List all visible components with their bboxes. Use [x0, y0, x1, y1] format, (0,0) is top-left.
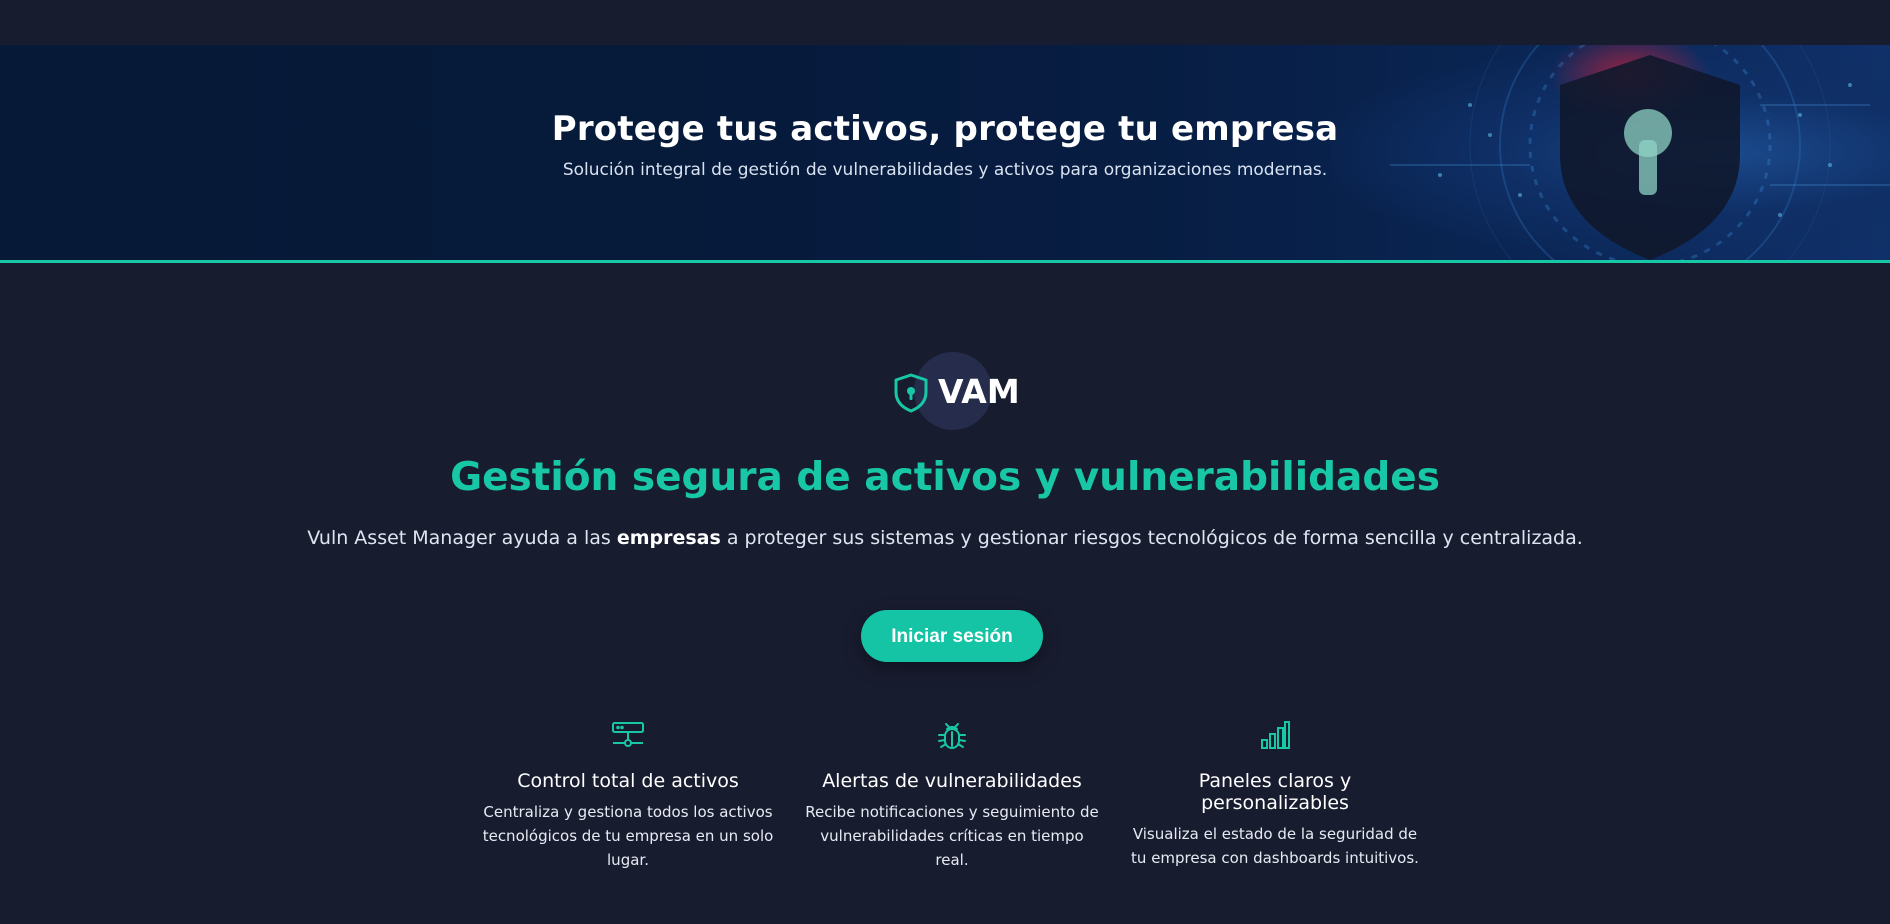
- top-bar: [0, 0, 1890, 45]
- feature-asset-control: Control total de activos Centraliza y ge…: [478, 717, 778, 872]
- feature-vulnerability-alerts: Alertas de vulnerabilidades Recibe notif…: [802, 717, 1102, 872]
- feature-text: Visualiza el estado de la seguridad de t…: [1131, 825, 1419, 867]
- main-title: Gestión segura de activos y vulnerabilid…: [450, 455, 1440, 500]
- description-text-before: Vuln Asset Manager ayuda a las: [307, 527, 617, 549]
- login-button[interactable]: Iniciar sesión: [861, 610, 1043, 662]
- feature-dashboards: Paneles claros y personalizables Visuali…: [1125, 717, 1425, 870]
- hero-shield-illustration: [1330, 45, 1890, 260]
- hero-banner: Protege tus activos, protege tu empresa …: [0, 45, 1890, 263]
- hero-title: Protege tus activos, protege tu empresa: [551, 109, 1339, 149]
- brand-name: VAM: [938, 372, 1020, 411]
- brand-logo: VAM: [0, 352, 1890, 432]
- bug-icon: [802, 717, 1102, 753]
- shield-keyhole-icon: [892, 372, 930, 418]
- description-bold-text: empresas: [616, 527, 721, 549]
- feature-title: Alertas de vulnerabilidades: [822, 770, 1082, 792]
- feature-title: Control total de activos: [517, 770, 739, 792]
- feature-text: Recibe notificaciones y seguimiento de v…: [805, 803, 1099, 869]
- main-description: Vuln Asset Manager ayuda a las empresas …: [0, 527, 1890, 549]
- hero-subtitle: Solución integral de gestión de vulnerab…: [562, 160, 1328, 180]
- server-network-icon: [478, 717, 778, 753]
- bar-chart-icon: [1125, 717, 1425, 753]
- description-text-after: a proteger sus sistemas y gestionar ries…: [720, 527, 1583, 549]
- feature-text: Centraliza y gestiona todos los activos …: [482, 803, 774, 869]
- feature-title: Paneles claros y personalizables: [1198, 770, 1352, 814]
